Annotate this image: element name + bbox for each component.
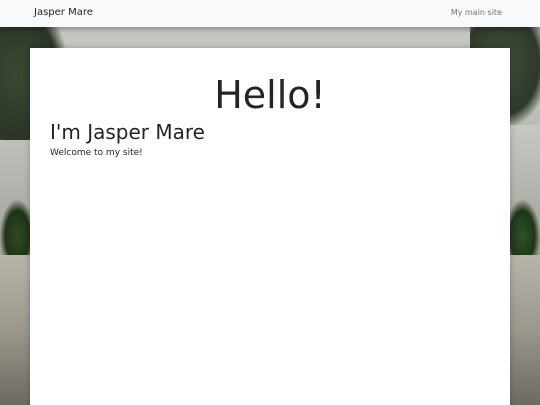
plants-right	[505, 200, 540, 260]
main-site-link[interactable]: My main site	[451, 7, 502, 19]
navbar: Jasper Mare My main site	[0, 0, 540, 27]
page: Jasper Mare My main site Hello! I'm Jasp…	[0, 0, 540, 405]
welcome-text: Welcome to my site!	[50, 148, 143, 158]
content-card: Hello! I'm Jasper Mare Welcome to my sit…	[30, 48, 510, 405]
name-heading: I'm Jasper Mare	[50, 120, 205, 144]
navbar-brand-link[interactable]: Jasper Mare	[34, 6, 93, 20]
greeting-heading: Hello!	[214, 73, 326, 117]
